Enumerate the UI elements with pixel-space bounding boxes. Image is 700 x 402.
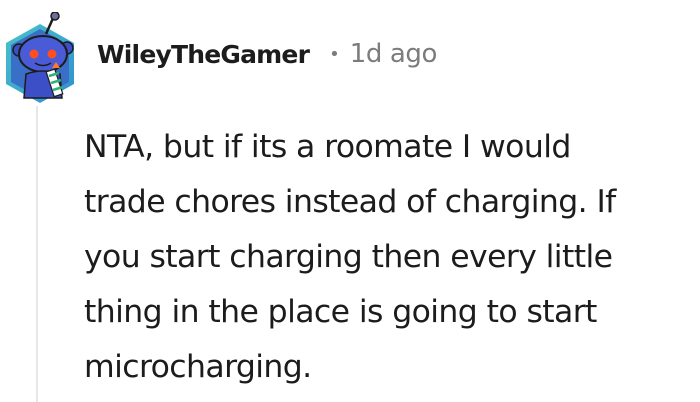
- comment-body-line: trade chores instead of charging. If: [84, 184, 616, 220]
- meta-separator: •: [329, 43, 340, 65]
- comment: WileyTheGamer • 1d ago NTA, but if its a…: [0, 0, 700, 402]
- comment-timestamp[interactable]: 1d ago: [350, 39, 438, 69]
- thread-line[interactable]: [36, 106, 38, 402]
- comment-body-line: you start charging then every little: [84, 239, 613, 275]
- comment-body-line: thing in the place is going to start: [84, 294, 597, 330]
- comment-header: WileyTheGamer • 1d ago: [97, 34, 437, 74]
- snoo-avatar-icon: [6, 11, 74, 103]
- comment-body: NTA, but if its a roomate I would trade …: [84, 120, 684, 395]
- user-avatar[interactable]: [2, 11, 88, 104]
- comment-body-line: microcharging.: [84, 349, 312, 385]
- comment-body-line: NTA, but if its a roomate I would: [84, 129, 571, 165]
- author-username[interactable]: WileyTheGamer: [97, 40, 310, 69]
